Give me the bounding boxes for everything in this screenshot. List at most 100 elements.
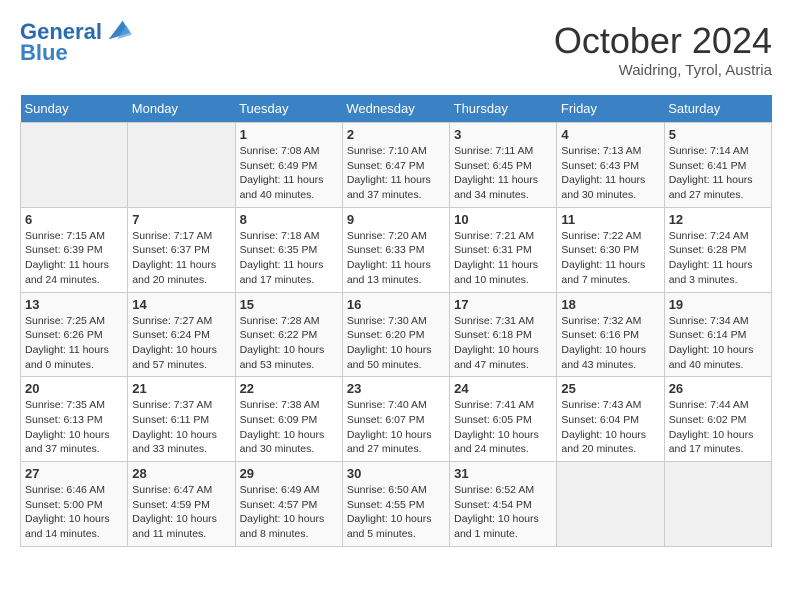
calendar-cell: 11 Sunrise: 7:22 AMSunset: 6:30 PMDaylig… [557,207,664,292]
month-title: October 2024 [554,20,772,62]
calendar-header-row: SundayMondayTuesdayWednesdayThursdayFrid… [21,95,772,123]
day-info: Sunrise: 7:11 AMSunset: 6:45 PMDaylight:… [454,144,552,203]
day-number: 6 [25,212,123,227]
calendar-cell: 29 Sunrise: 6:49 AMSunset: 4:57 PMDaylig… [235,462,342,547]
calendar-cell: 1 Sunrise: 7:08 AMSunset: 6:49 PMDayligh… [235,123,342,208]
day-info: Sunrise: 7:35 AMSunset: 6:13 PMDaylight:… [25,398,123,457]
day-number: 14 [132,297,230,312]
day-info: Sunrise: 7:44 AMSunset: 6:02 PMDaylight:… [669,398,767,457]
day-info: Sunrise: 7:32 AMSunset: 6:16 PMDaylight:… [561,314,659,373]
day-number: 19 [669,297,767,312]
calendar-cell [664,462,771,547]
day-header-sunday: Sunday [21,95,128,123]
calendar-week-row: 13 Sunrise: 7:25 AMSunset: 6:26 PMDaylig… [21,292,772,377]
day-info: Sunrise: 7:20 AMSunset: 6:33 PMDaylight:… [347,229,445,288]
day-info: Sunrise: 7:10 AMSunset: 6:47 PMDaylight:… [347,144,445,203]
calendar-cell: 7 Sunrise: 7:17 AMSunset: 6:37 PMDayligh… [128,207,235,292]
day-info: Sunrise: 7:37 AMSunset: 6:11 PMDaylight:… [132,398,230,457]
day-info: Sunrise: 7:41 AMSunset: 6:05 PMDaylight:… [454,398,552,457]
calendar-cell [557,462,664,547]
day-number: 21 [132,381,230,396]
calendar-cell: 6 Sunrise: 7:15 AMSunset: 6:39 PMDayligh… [21,207,128,292]
day-info: Sunrise: 7:17 AMSunset: 6:37 PMDaylight:… [132,229,230,288]
day-info: Sunrise: 7:30 AMSunset: 6:20 PMDaylight:… [347,314,445,373]
calendar-week-row: 6 Sunrise: 7:15 AMSunset: 6:39 PMDayligh… [21,207,772,292]
calendar-cell: 21 Sunrise: 7:37 AMSunset: 6:11 PMDaylig… [128,377,235,462]
calendar-cell: 4 Sunrise: 7:13 AMSunset: 6:43 PMDayligh… [557,123,664,208]
calendar-cell: 3 Sunrise: 7:11 AMSunset: 6:45 PMDayligh… [450,123,557,208]
calendar-cell: 28 Sunrise: 6:47 AMSunset: 4:59 PMDaylig… [128,462,235,547]
day-number: 7 [132,212,230,227]
day-info: Sunrise: 7:31 AMSunset: 6:18 PMDaylight:… [454,314,552,373]
day-info: Sunrise: 7:38 AMSunset: 6:09 PMDaylight:… [240,398,338,457]
calendar-cell: 30 Sunrise: 6:50 AMSunset: 4:55 PMDaylig… [342,462,449,547]
calendar-cell: 31 Sunrise: 6:52 AMSunset: 4:54 PMDaylig… [450,462,557,547]
day-number: 30 [347,466,445,481]
day-info: Sunrise: 7:21 AMSunset: 6:31 PMDaylight:… [454,229,552,288]
calendar-cell: 27 Sunrise: 6:46 AMSunset: 5:00 PMDaylig… [21,462,128,547]
calendar-week-row: 20 Sunrise: 7:35 AMSunset: 6:13 PMDaylig… [21,377,772,462]
calendar-cell: 12 Sunrise: 7:24 AMSunset: 6:28 PMDaylig… [664,207,771,292]
day-info: Sunrise: 6:49 AMSunset: 4:57 PMDaylight:… [240,483,338,542]
day-header-thursday: Thursday [450,95,557,123]
calendar-cell: 16 Sunrise: 7:30 AMSunset: 6:20 PMDaylig… [342,292,449,377]
day-info: Sunrise: 7:27 AMSunset: 6:24 PMDaylight:… [132,314,230,373]
day-number: 10 [454,212,552,227]
calendar-cell: 15 Sunrise: 7:28 AMSunset: 6:22 PMDaylig… [235,292,342,377]
day-header-wednesday: Wednesday [342,95,449,123]
day-number: 15 [240,297,338,312]
day-info: Sunrise: 7:22 AMSunset: 6:30 PMDaylight:… [561,229,659,288]
day-info: Sunrise: 7:13 AMSunset: 6:43 PMDaylight:… [561,144,659,203]
location: Waidring, Tyrol, Austria [554,62,772,79]
calendar-cell: 8 Sunrise: 7:18 AMSunset: 6:35 PMDayligh… [235,207,342,292]
day-info: Sunrise: 7:14 AMSunset: 6:41 PMDaylight:… [669,144,767,203]
day-number: 4 [561,127,659,142]
calendar-cell: 10 Sunrise: 7:21 AMSunset: 6:31 PMDaylig… [450,207,557,292]
calendar-cell: 24 Sunrise: 7:41 AMSunset: 6:05 PMDaylig… [450,377,557,462]
day-info: Sunrise: 7:43 AMSunset: 6:04 PMDaylight:… [561,398,659,457]
calendar-cell: 26 Sunrise: 7:44 AMSunset: 6:02 PMDaylig… [664,377,771,462]
day-number: 24 [454,381,552,396]
day-number: 12 [669,212,767,227]
calendar-cell: 25 Sunrise: 7:43 AMSunset: 6:04 PMDaylig… [557,377,664,462]
calendar-table: SundayMondayTuesdayWednesdayThursdayFrid… [20,95,772,547]
calendar-cell: 14 Sunrise: 7:27 AMSunset: 6:24 PMDaylig… [128,292,235,377]
day-number: 17 [454,297,552,312]
day-number: 31 [454,466,552,481]
calendar-cell: 13 Sunrise: 7:25 AMSunset: 6:26 PMDaylig… [21,292,128,377]
calendar-cell: 20 Sunrise: 7:35 AMSunset: 6:13 PMDaylig… [21,377,128,462]
day-info: Sunrise: 7:25 AMSunset: 6:26 PMDaylight:… [25,314,123,373]
day-info: Sunrise: 7:15 AMSunset: 6:39 PMDaylight:… [25,229,123,288]
calendar-week-row: 1 Sunrise: 7:08 AMSunset: 6:49 PMDayligh… [21,123,772,208]
logo-icon [104,16,132,44]
day-number: 1 [240,127,338,142]
day-number: 16 [347,297,445,312]
day-number: 29 [240,466,338,481]
day-number: 3 [454,127,552,142]
day-number: 9 [347,212,445,227]
day-info: Sunrise: 6:46 AMSunset: 5:00 PMDaylight:… [25,483,123,542]
day-number: 11 [561,212,659,227]
day-info: Sunrise: 7:28 AMSunset: 6:22 PMDaylight:… [240,314,338,373]
day-number: 2 [347,127,445,142]
day-number: 18 [561,297,659,312]
day-header-tuesday: Tuesday [235,95,342,123]
calendar-cell: 18 Sunrise: 7:32 AMSunset: 6:16 PMDaylig… [557,292,664,377]
page-header: General Blue October 2024 Waidring, Tyro… [20,20,772,79]
calendar-cell: 17 Sunrise: 7:31 AMSunset: 6:18 PMDaylig… [450,292,557,377]
day-number: 8 [240,212,338,227]
calendar-cell [21,123,128,208]
calendar-cell: 23 Sunrise: 7:40 AMSunset: 6:07 PMDaylig… [342,377,449,462]
calendar-week-row: 27 Sunrise: 6:46 AMSunset: 5:00 PMDaylig… [21,462,772,547]
day-info: Sunrise: 6:47 AMSunset: 4:59 PMDaylight:… [132,483,230,542]
day-info: Sunrise: 6:52 AMSunset: 4:54 PMDaylight:… [454,483,552,542]
day-number: 25 [561,381,659,396]
day-info: Sunrise: 7:08 AMSunset: 6:49 PMDaylight:… [240,144,338,203]
day-number: 22 [240,381,338,396]
day-info: Sunrise: 7:24 AMSunset: 6:28 PMDaylight:… [669,229,767,288]
day-number: 23 [347,381,445,396]
logo: General Blue [20,20,132,66]
day-header-saturday: Saturday [664,95,771,123]
calendar-cell: 2 Sunrise: 7:10 AMSunset: 6:47 PMDayligh… [342,123,449,208]
title-block: October 2024 Waidring, Tyrol, Austria [554,20,772,79]
